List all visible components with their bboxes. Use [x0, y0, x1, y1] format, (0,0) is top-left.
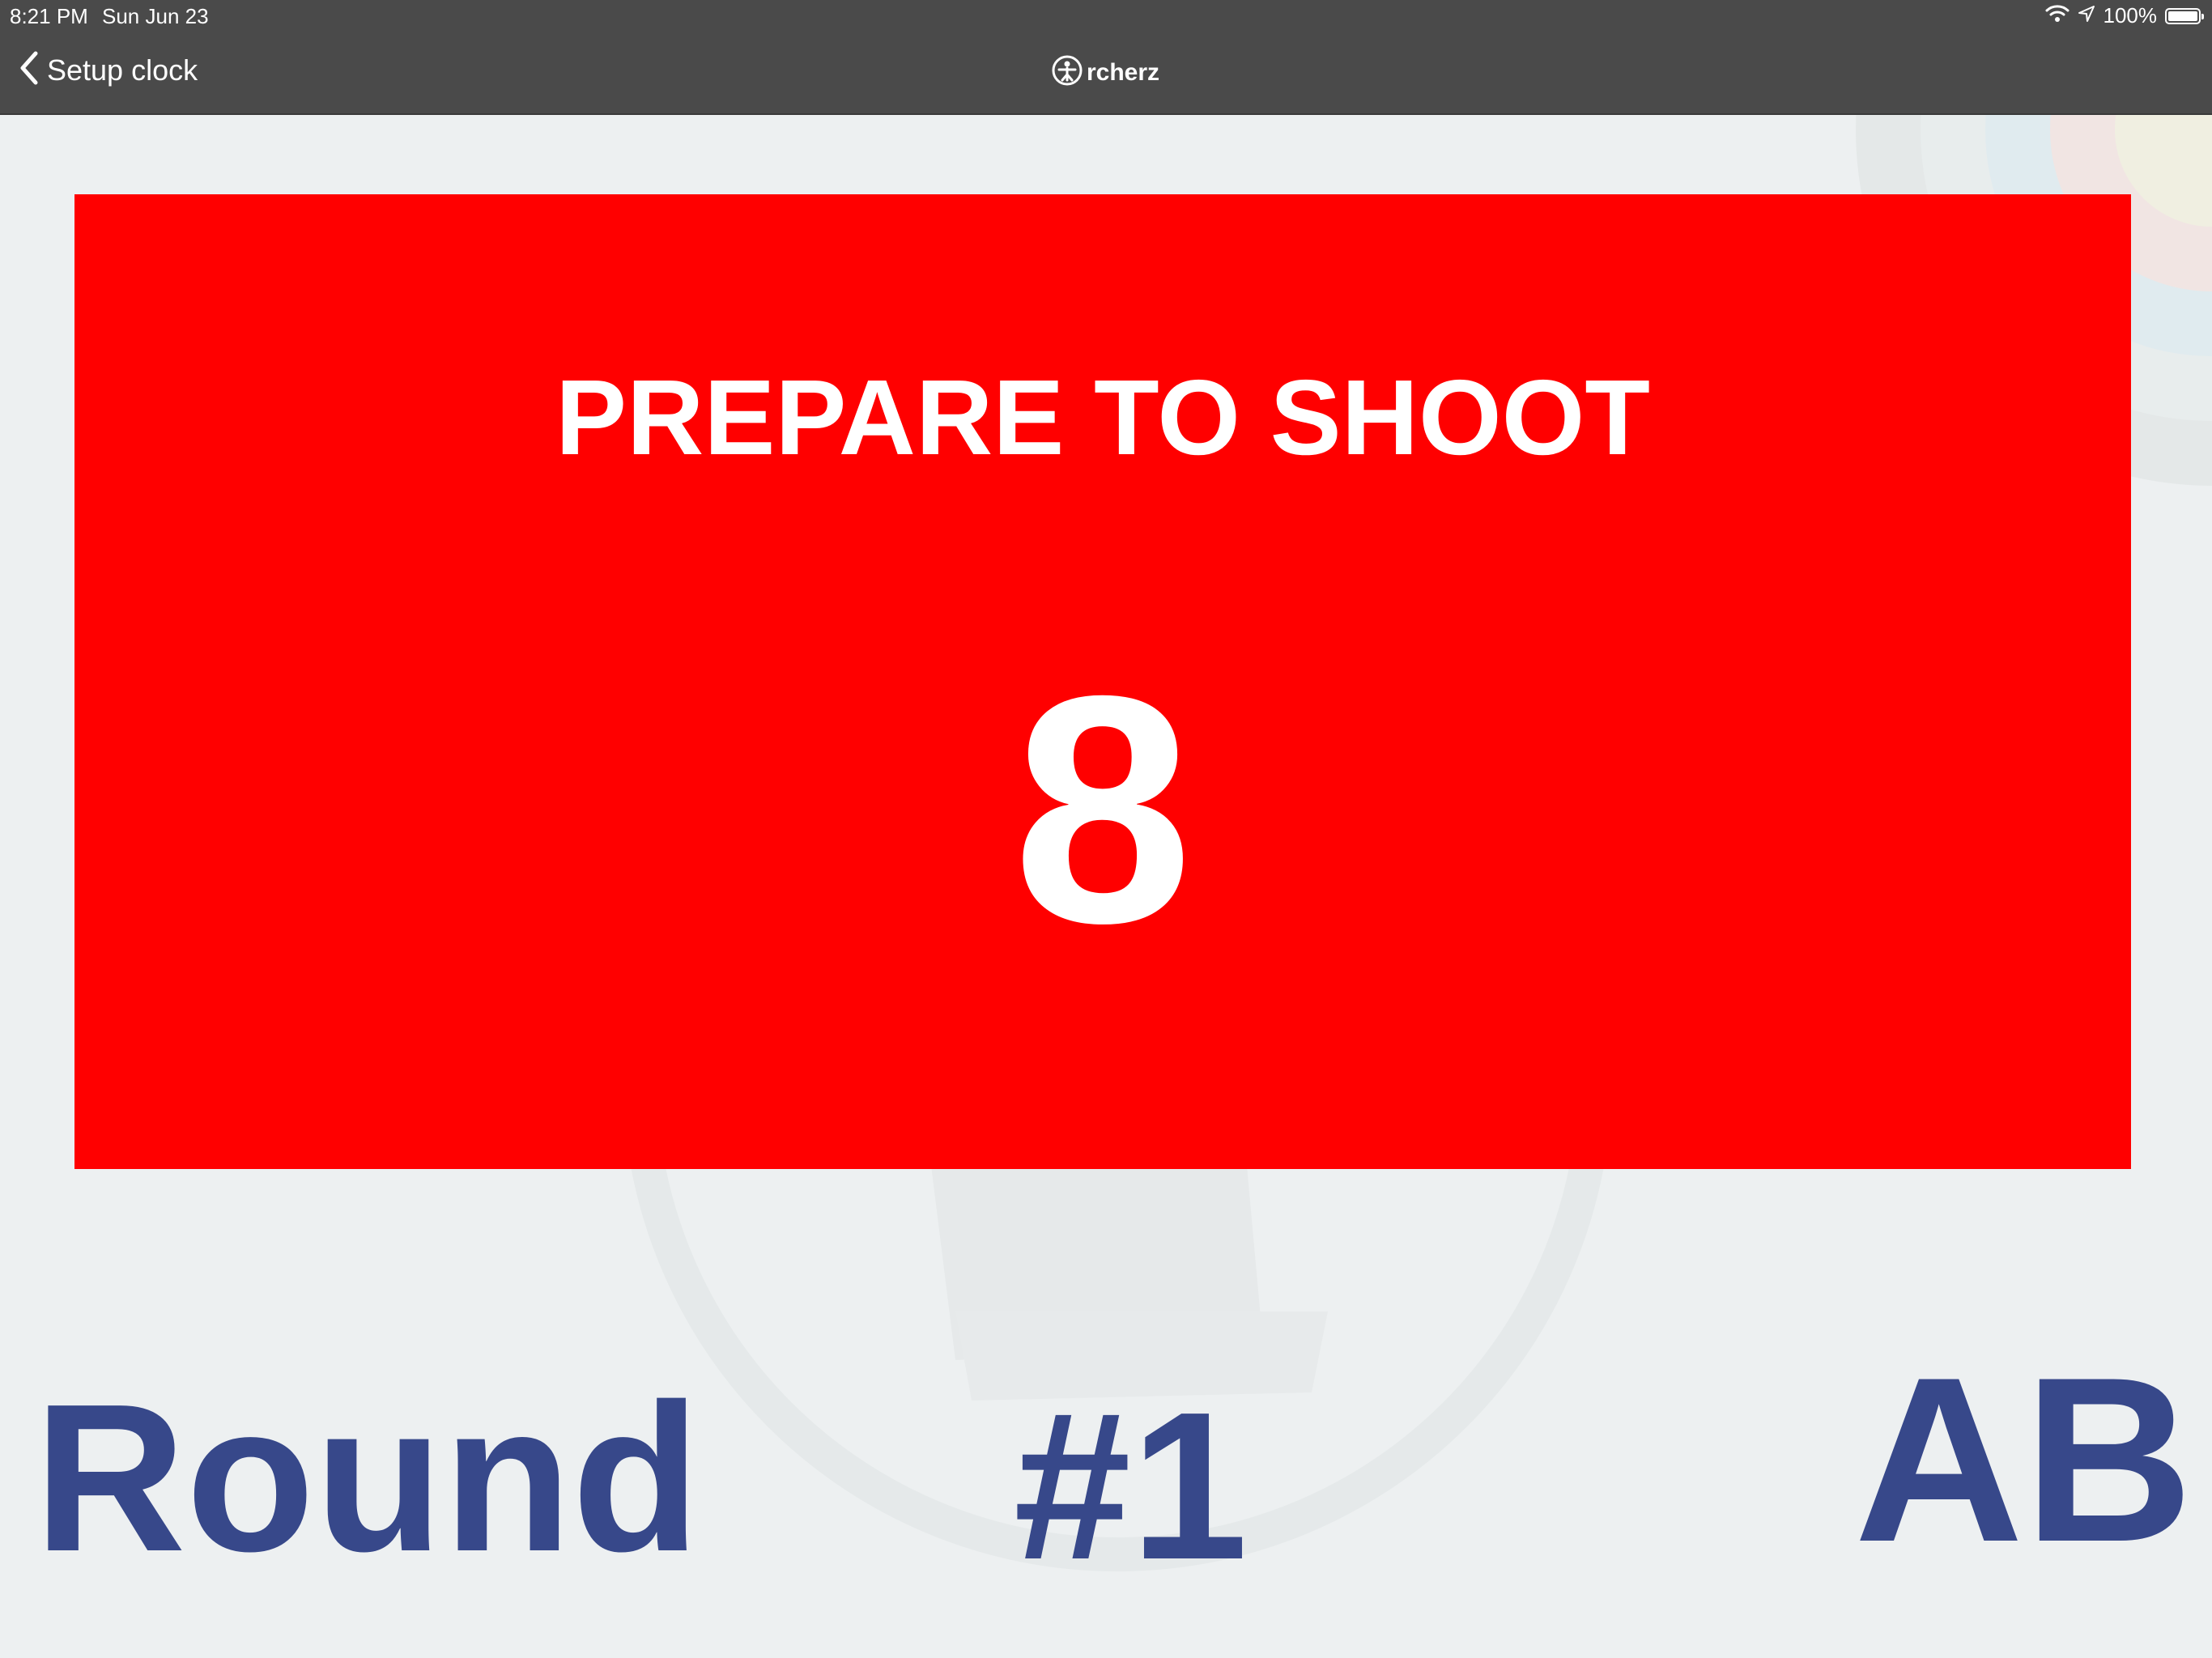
shooting-group: AB [1854, 1329, 2193, 1591]
back-button-label: Setup clock [47, 53, 198, 87]
navigation-bar: Setup clock rcherz [0, 34, 2212, 115]
phase-status: PREPARE TO SHOOT [555, 358, 1650, 477]
location-arrow-icon [2078, 3, 2095, 28]
archer-logo-icon [1051, 54, 1083, 91]
brand-logo: rcherz [1051, 54, 1159, 91]
wifi-icon [2045, 3, 2069, 28]
brand-name: rcherz [1087, 58, 1160, 86]
status-bar: 8:21 PM Sun Jun 23 100% [0, 0, 2212, 34]
battery-icon [2165, 7, 2204, 24]
round-label: Round [34, 1361, 701, 1596]
countdown-seconds: 8 [1012, 628, 1193, 990]
status-indicators: 100% [2045, 3, 2204, 28]
battery-percentage: 100% [2103, 3, 2158, 28]
back-button[interactable]: Setup clock [18, 50, 198, 90]
chevron-left-icon [18, 50, 39, 90]
status-time: 8:21 PM [10, 4, 88, 28]
clock-panel: PREPARE TO SHOOT 8 [74, 194, 2131, 1169]
round-number: #1 [1014, 1369, 1249, 1604]
status-date: Sun Jun 23 [102, 4, 209, 28]
